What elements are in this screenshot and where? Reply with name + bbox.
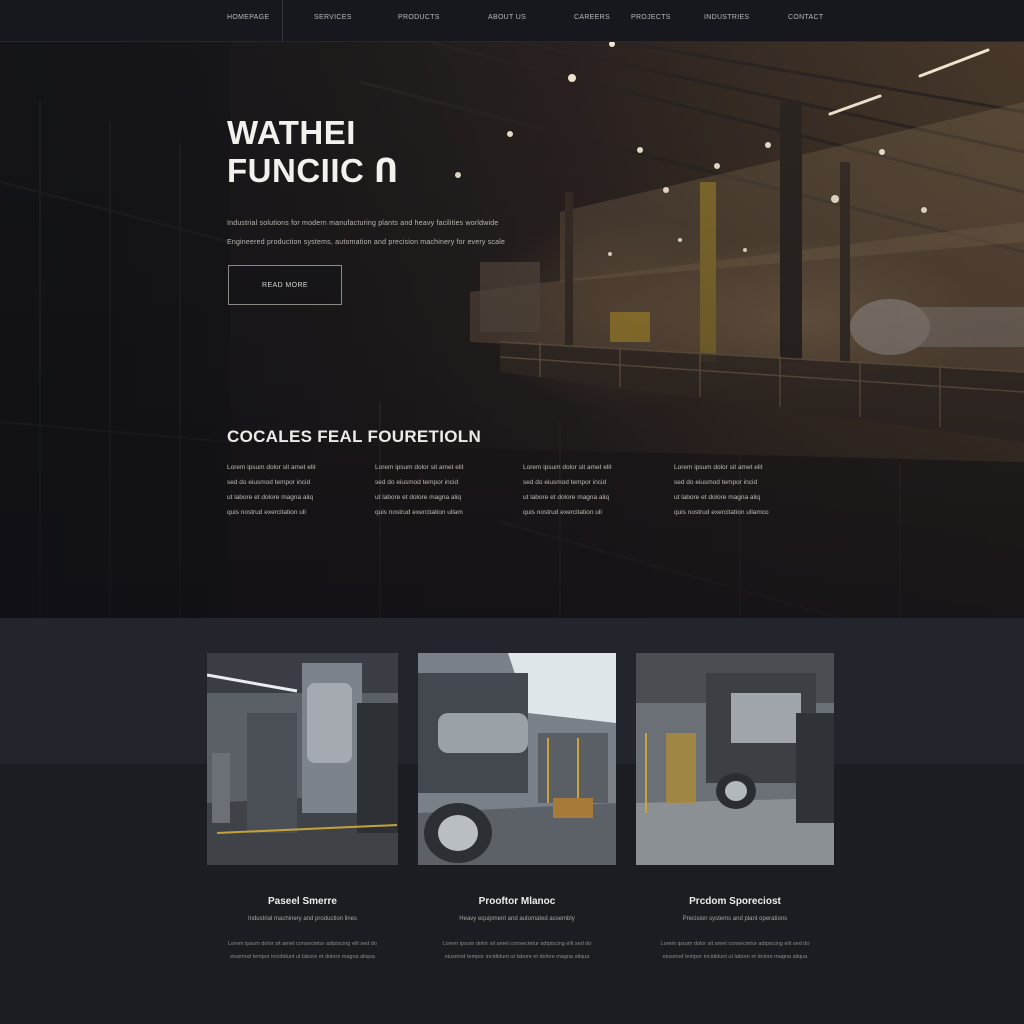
nav-item-industries[interactable]: INDUSTRIES — [704, 14, 749, 21]
feature-column: Lorem ipsum dolor sit amet elit sed do e… — [375, 460, 510, 520]
card-description-line: Lorem ipsum dolor sit amet consectetur a… — [228, 941, 377, 947]
feature-column: Lorem ipsum dolor sit amet elit sed do e… — [523, 460, 658, 520]
machinery-image — [207, 653, 398, 865]
hero-section: WATHEI FUNCIIC Ո Industrial solutions fo… — [0, 42, 1024, 618]
feature-text: sed do eiusmod tempor incid — [523, 479, 607, 486]
machinery-image — [418, 653, 616, 865]
hero-cta-button[interactable]: READ MORE — [228, 265, 342, 305]
card-image — [636, 653, 834, 865]
feature-text: Lorem ipsum dolor sit amet elit — [375, 464, 464, 471]
feature-column: Lorem ipsum dolor sit amet elit sed do e… — [227, 460, 362, 520]
nav-item-products[interactable]: PRODUCTS — [398, 14, 440, 21]
card-description-line: eiusmod tempor incididunt ut labore et d… — [444, 954, 590, 960]
nav-item-contact[interactable]: CONTACT — [788, 14, 823, 21]
product-card[interactable]: Prcdom Sporeciost Precision systems and … — [636, 653, 834, 983]
feature-text: ut labore et dolore magna aliq — [674, 494, 761, 501]
nav-item-projects[interactable]: PROJECTS — [631, 14, 671, 21]
cards-section: Paseel Smerre Industrial machinery and p… — [0, 653, 1024, 983]
card-subtitle: Industrial machinery and production line… — [247, 916, 358, 922]
feature-text: sed do eiusmod tempor incid — [227, 479, 311, 486]
hero-title-line-2: FUNCIIC Ո — [227, 152, 399, 189]
card-subtitle: Precision systems and plant operations — [682, 916, 788, 922]
feature-text: Lorem ipsum dolor sit amet elit — [674, 464, 763, 471]
hero-subtitle-line-1: Industrial solutions for modern manufact… — [227, 220, 499, 227]
card-image — [207, 653, 398, 865]
product-card[interactable]: Paseel Smerre Industrial machinery and p… — [207, 653, 398, 983]
card-title: Prooftor Mlanoc — [478, 896, 556, 907]
feature-text: Lorem ipsum dolor sit amet elit — [227, 464, 316, 471]
machinery-image — [636, 653, 834, 865]
feature-text: quis nostrud exercitation ullamco — [674, 509, 769, 516]
nav-item-careers[interactable]: CAREERS — [574, 14, 610, 21]
card-subtitle: Heavy equipment and automated assembly — [459, 916, 575, 922]
card-description-line: eiusmod tempor incididunt ut labore et d… — [230, 954, 375, 960]
card-description-line: Lorem ipsum dolor sit amet consectetur a… — [660, 941, 810, 947]
card-description: Lorem ipsum dolor sit amet consectetur a… — [636, 938, 834, 964]
feature-text: quis nostrud exercitation ullam — [375, 509, 463, 516]
hero-title-line-1: WATHEI — [227, 114, 356, 151]
card-description: Lorem ipsum dolor sit amet consectetur a… — [418, 938, 616, 964]
hero-subtitle-line-2: Engineered production systems, automatio… — [227, 239, 506, 246]
nav-item-home[interactable]: HOMEPAGE — [227, 14, 269, 21]
features-grid: Lorem ipsum dolor sit amet elit sed do e… — [227, 460, 827, 540]
card-description-line: eiusmod tempor incididunt ut labore et d… — [662, 954, 808, 960]
nav-item-about[interactable]: ABOUT US — [488, 14, 526, 21]
feature-text: ut labore et dolore magna aliq — [375, 494, 462, 501]
feature-text: sed do eiusmod tempor incid — [674, 479, 758, 486]
feature-text: ut labore et dolore magna aliq — [227, 494, 314, 501]
card-description-line: Lorem ipsum dolor sit amet consectetur a… — [442, 941, 592, 947]
feature-text: ut labore et dolore magna aliq — [523, 494, 610, 501]
nav-item-services[interactable]: SERVICES — [314, 14, 352, 21]
card-title: Prcdom Sporeciost — [689, 896, 781, 907]
feature-text: sed do eiusmod tempor incid — [375, 479, 459, 486]
feature-text: Lorem ipsum dolor sit amet elit — [523, 464, 612, 471]
feature-column: Lorem ipsum dolor sit amet elit sed do e… — [674, 460, 809, 520]
features-heading: COCALES FEAL FOURETIOLN — [227, 427, 482, 446]
feature-text: quis nostrud exercitation ull — [227, 509, 306, 516]
card-image — [418, 653, 616, 865]
hero-subtitle: Industrial solutions for modern manufact… — [227, 214, 547, 252]
feature-text: quis nostrud exercitation ull — [523, 509, 602, 516]
card-description: Lorem ipsum dolor sit amet consectetur a… — [207, 938, 398, 964]
top-nav: HOMEPAGE SERVICES PRODUCTS ABOUT US CARE… — [0, 0, 1024, 42]
hero-title: WATHEI FUNCIIC Ո — [227, 114, 399, 190]
nav-divider — [282, 0, 283, 42]
card-title: Paseel Smerre — [268, 896, 337, 907]
product-card[interactable]: Prooftor Mlanoc Heavy equipment and auto… — [418, 653, 616, 983]
